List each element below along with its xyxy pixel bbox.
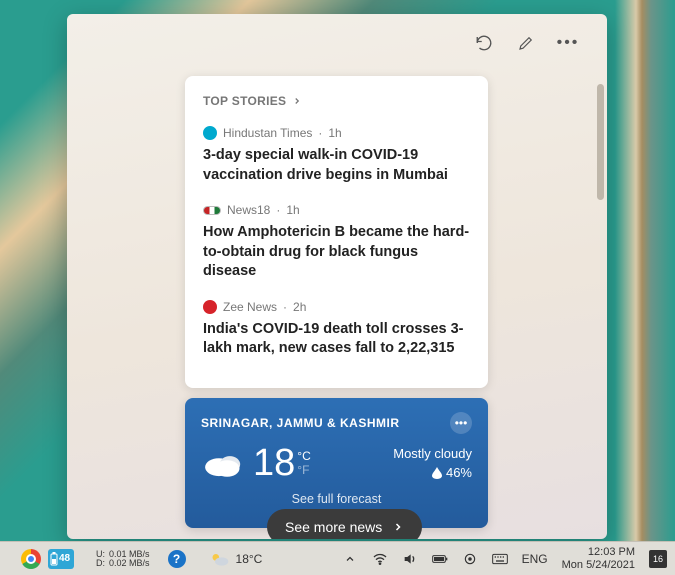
cloud-icon xyxy=(201,445,245,481)
top-stories-label: TOP STORIES xyxy=(203,94,286,108)
panel-scrollbar[interactable] xyxy=(597,84,604,200)
notification-count: 16 xyxy=(653,554,663,564)
story-source: News18 xyxy=(227,203,270,217)
refresh-button[interactable] xyxy=(473,32,495,54)
action-center-icon[interactable]: 16 xyxy=(649,550,667,568)
story-source: Hindustan Times xyxy=(223,126,312,140)
clock-time: 12:03 PM xyxy=(562,546,635,559)
volume-icon[interactable] xyxy=(402,551,418,567)
battery-icon[interactable] xyxy=(432,551,448,567)
wallpaper-stripe xyxy=(615,0,675,575)
story-meta: Zee News · 2h xyxy=(203,300,470,314)
taskbar: 48 U:0.01 MB/s D:0.02 MB/s ? 18°C xyxy=(0,541,675,575)
keyboard-icon[interactable] xyxy=(492,551,508,567)
news-story[interactable]: Zee News · 2h India's COVID-19 death tol… xyxy=(203,300,470,359)
weather-condition: Mostly cloudy xyxy=(393,446,472,461)
network-speed-widget[interactable]: U:0.01 MB/s D:0.02 MB/s xyxy=(96,550,150,568)
tray-expand-icon[interactable] xyxy=(342,551,358,567)
weather-location: SRINAGAR, JAMMU & KASHMIR xyxy=(201,416,400,430)
story-age: 1h xyxy=(286,203,299,217)
source-icon xyxy=(203,126,217,140)
news-story[interactable]: Hindustan Times · 1h 3-day special walk-… xyxy=(203,126,470,185)
story-headline: 3-day special walk-in COVID-19 vaccinati… xyxy=(203,146,470,185)
cloud-sun-icon xyxy=(210,551,230,567)
more-button[interactable]: ••• xyxy=(557,32,579,54)
see-more-news-button[interactable]: See more news xyxy=(267,509,422,539)
weather-humidity: 46% xyxy=(446,465,472,480)
edit-button[interactable] xyxy=(515,32,537,54)
battery-widget[interactable]: 48 xyxy=(48,549,74,569)
language-indicator[interactable]: ENG xyxy=(522,552,548,566)
battery-percent: 48 xyxy=(59,553,70,564)
widgets-panel: ••• TOP STORIES Hindustan Times · 1h 3-d… xyxy=(67,14,607,539)
story-meta: News18 · 1h xyxy=(203,203,470,217)
location-icon[interactable] xyxy=(462,551,478,567)
panel-toolbar: ••• xyxy=(473,32,579,54)
taskbar-weather-temp: 18°C xyxy=(236,552,263,566)
source-icon xyxy=(203,300,217,314)
wifi-icon[interactable] xyxy=(372,551,388,567)
top-stories-header[interactable]: TOP STORIES xyxy=(203,94,470,108)
chrome-taskbar-icon[interactable] xyxy=(20,548,42,570)
see-more-label: See more news xyxy=(285,519,382,535)
top-stories-card: TOP STORIES Hindustan Times · 1h 3-day s… xyxy=(185,76,488,388)
story-age: 1h xyxy=(328,126,341,140)
droplet-icon xyxy=(432,467,442,479)
unit-fahrenheit[interactable]: °F xyxy=(297,463,310,477)
desktop: ••• TOP STORIES Hindustan Times · 1h 3-d… xyxy=(0,0,675,575)
story-age: 2h xyxy=(293,300,306,314)
source-icon xyxy=(203,206,221,215)
story-meta: Hindustan Times · 1h xyxy=(203,126,470,140)
help-icon[interactable]: ? xyxy=(168,550,186,568)
clock-date: Mon 5/24/2021 xyxy=(562,559,635,572)
story-headline: India's COVID-19 death toll crosses 3-la… xyxy=(203,320,470,359)
story-source: Zee News xyxy=(223,300,277,314)
taskbar-weather-button[interactable]: 18°C xyxy=(210,551,263,567)
taskbar-clock[interactable]: 12:03 PM Mon 5/24/2021 xyxy=(562,546,635,571)
unit-celsius[interactable]: °C xyxy=(297,449,310,463)
see-full-forecast-link[interactable]: See full forecast xyxy=(201,492,472,504)
news-story[interactable]: News18 · 1h How Amphotericin B became th… xyxy=(203,203,470,282)
weather-temperature: 18 xyxy=(253,444,295,482)
chevron-right-icon xyxy=(392,521,404,533)
weather-more-button[interactable]: ••• xyxy=(450,412,472,434)
story-headline: How Amphotericin B became the hard-to-ob… xyxy=(203,223,470,282)
